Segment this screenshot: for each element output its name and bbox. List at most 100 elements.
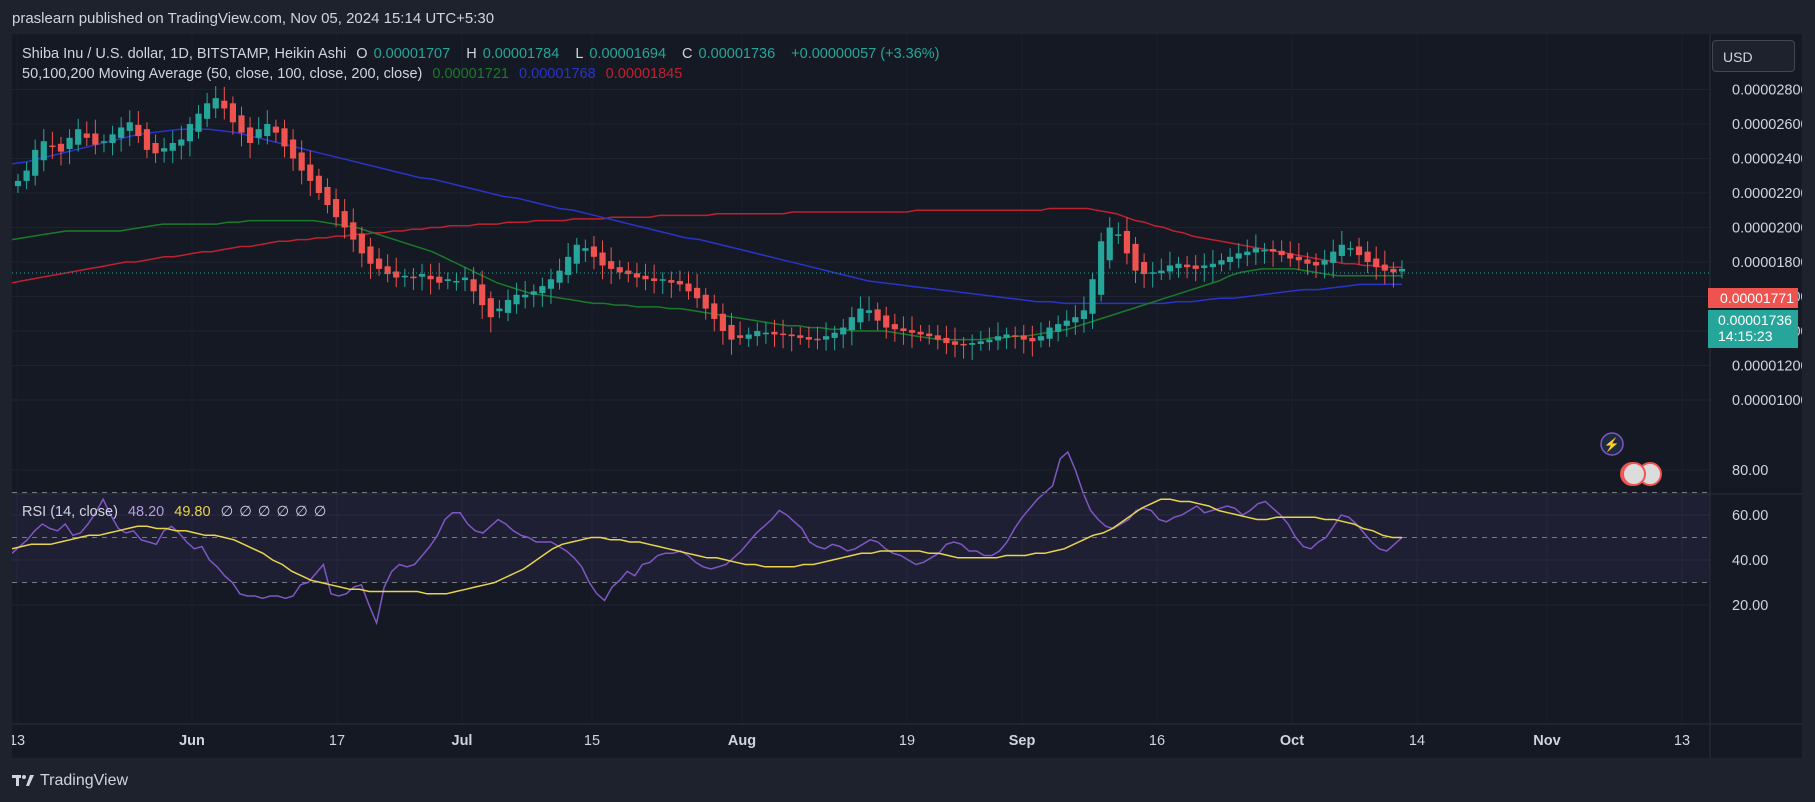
high-value: 0.00001784: [482, 46, 560, 62]
candle: [599, 252, 606, 266]
candle: [522, 294, 529, 298]
candle: [891, 324, 898, 330]
ma-title: 50,100,200 Moving Average (50, close, 10…: [22, 66, 423, 82]
candle: [719, 313, 726, 331]
candle: [444, 279, 451, 281]
candle: [642, 275, 649, 280]
candle: [152, 142, 159, 154]
candle: [1020, 335, 1027, 340]
candle: [917, 331, 924, 335]
candle: [238, 115, 245, 133]
candle: [1235, 253, 1242, 259]
candle: [504, 299, 512, 313]
candle: [341, 211, 348, 228]
time-tick: 13: [12, 733, 25, 749]
low-value: 0.00001694: [589, 46, 667, 62]
candle: [332, 199, 340, 218]
rsi-empty-value: ∅: [313, 504, 327, 520]
candle: [994, 336, 1002, 341]
candle: [1287, 253, 1294, 259]
legend-ma-row: 50,100,200 Moving Average (50, close, 10…: [22, 66, 688, 82]
candle: [221, 100, 228, 109]
candle: [685, 283, 692, 292]
candle: [582, 248, 589, 251]
time-tick: 15: [584, 733, 600, 749]
rsi-title: RSI (14, close): [22, 504, 118, 520]
candle: [289, 139, 297, 159]
candle: [1166, 265, 1173, 272]
candle: [1106, 227, 1113, 261]
chart-canvas[interactable]: 0.000010000.000012000.000014000.00001600…: [9, 34, 1809, 758]
candle: [676, 280, 684, 285]
candle: [969, 343, 976, 345]
candle: [393, 271, 400, 278]
candle: [1037, 336, 1045, 341]
footer[interactable]: TradingView: [12, 772, 128, 790]
candle: [49, 145, 56, 148]
candle: [1158, 270, 1165, 274]
candle: [616, 267, 623, 273]
close-value: 0.00001736: [698, 46, 776, 62]
price-tick: 0.00001000: [1732, 393, 1802, 409]
price-tick: 0.00002400: [1732, 152, 1802, 168]
candle: [788, 334, 795, 337]
rsi-ma-value: 49.80: [174, 504, 211, 520]
candle: [264, 124, 271, 137]
candle: [728, 324, 735, 340]
candle: [161, 148, 168, 152]
candle: [1295, 256, 1302, 261]
time-tick: Nov: [1533, 733, 1560, 749]
candle: [229, 103, 237, 123]
rsi-empty-value: ∅: [220, 504, 234, 520]
time-tick: Sep: [1009, 733, 1036, 749]
candle: [1115, 234, 1122, 236]
candle: [1046, 327, 1053, 339]
candle: [711, 303, 718, 319]
candle: [874, 309, 881, 321]
svg-text:⚡: ⚡: [1604, 437, 1620, 453]
candle: [410, 276, 417, 279]
last-price-label: 0.00001736 14:15:23: [1708, 310, 1798, 348]
ma100-value: 0.00001768: [519, 66, 596, 82]
candle: [1269, 249, 1277, 252]
candle: [1381, 264, 1388, 271]
candle: [651, 278, 658, 281]
candle: [109, 134, 116, 143]
currency-button[interactable]: USD: [1712, 40, 1795, 72]
candle: [324, 186, 331, 206]
candle: [1072, 317, 1079, 323]
candle: [865, 310, 873, 313]
candle: [668, 280, 675, 283]
candle: [57, 143, 65, 152]
candle: [926, 333, 933, 337]
time-tick: Aug: [728, 733, 756, 749]
ma200-price-label: 0.00001771: [1708, 288, 1798, 308]
candle: [977, 341, 984, 344]
candle: [307, 164, 314, 181]
time-tick: Jun: [179, 733, 205, 749]
candle: [556, 270, 563, 283]
candle: [169, 142, 176, 151]
time-tick: 14: [1409, 733, 1425, 749]
candle: [1364, 251, 1371, 262]
candle: [1003, 334, 1010, 338]
candle: [375, 258, 383, 269]
candle: [771, 331, 778, 335]
candle: [539, 286, 546, 294]
rsi-tick: 60.00: [1732, 508, 1768, 524]
candle: [1261, 249, 1268, 252]
chart-area[interactable]: 0.000010000.000012000.000014000.00001600…: [9, 34, 1809, 758]
candle: [470, 279, 477, 292]
candle: [762, 332, 769, 335]
bar-countdown: 14:15:23: [1718, 328, 1773, 344]
candle: [32, 149, 39, 176]
candle: [496, 308, 503, 312]
candle: [736, 335, 744, 338]
candle: [186, 124, 194, 142]
candle: [573, 244, 580, 264]
candle: [255, 129, 262, 138]
candle: [281, 128, 288, 147]
candle: [1390, 268, 1397, 273]
candle: [822, 336, 830, 340]
candle: [135, 124, 142, 137]
